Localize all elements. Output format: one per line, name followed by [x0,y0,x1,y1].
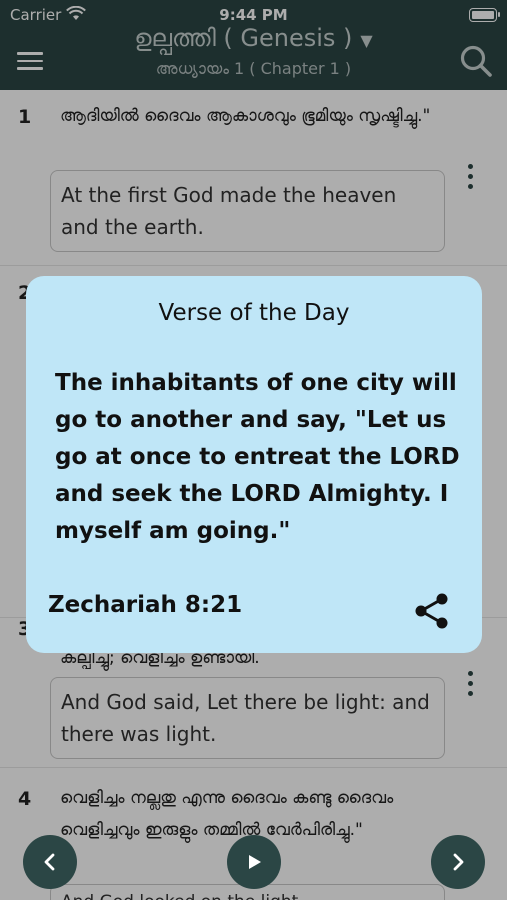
next-chapter-button[interactable] [431,835,485,889]
previous-chapter-button[interactable] [23,835,77,889]
verse-of-the-day-card[interactable]: Verse of the Day The inhabitants of one … [26,276,482,653]
verse-reference: Zechariah 8:21 [48,592,243,618]
play-audio-button[interactable] [227,835,281,889]
verse-text: The inhabitants of one city will go to a… [55,370,460,544]
chevron-right-icon [453,853,464,871]
chevron-left-icon [44,853,55,871]
card-heading: Verse of the Day [158,300,350,326]
play-icon [249,855,261,869]
share-icon[interactable] [412,592,450,630]
